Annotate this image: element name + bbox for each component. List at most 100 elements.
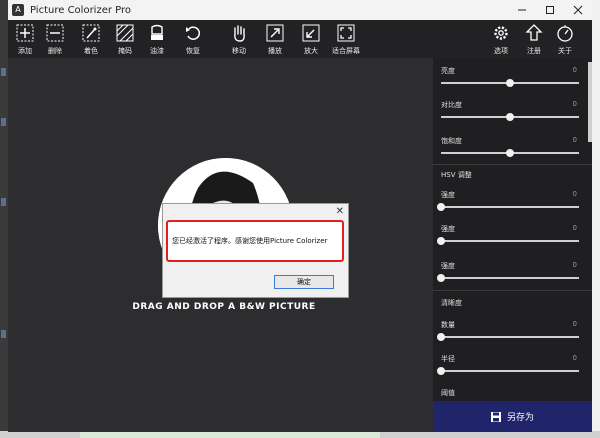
zoom-out-label: 放大	[304, 47, 318, 55]
slider-label: 强度	[441, 191, 455, 199]
slider-label: 亮度	[441, 67, 455, 75]
slider-label: 强度	[441, 262, 455, 270]
toolbar: 添加 删除 着色 掩码 油漆 恢复 移动 播放 放大 适合屏幕 选项 注册 关于	[8, 20, 592, 58]
colorize-label: 着色	[84, 47, 98, 55]
mask-button[interactable]: 掩码	[108, 23, 142, 57]
slider-thumb[interactable]	[437, 367, 445, 375]
add-button[interactable]: 添加	[8, 23, 42, 57]
slider-track[interactable]	[441, 113, 579, 121]
slider-label: 数量	[441, 321, 455, 329]
mask-hatch-icon	[115, 23, 135, 43]
zoom-in-label: 播放	[268, 47, 282, 55]
panel-scrollbar[interactable]	[588, 62, 592, 142]
slider-value: 0	[572, 261, 577, 269]
undo-icon	[183, 23, 203, 43]
slider-track[interactable]	[437, 274, 579, 282]
minus-box-icon	[45, 23, 65, 43]
slider-label: 强度	[441, 225, 455, 233]
register-button[interactable]: 注册	[517, 23, 551, 57]
desktop-icon-fragment	[1, 68, 6, 76]
slider-label: 饱和度	[441, 137, 462, 145]
floppy-disk-icon	[490, 411, 501, 422]
slider-track[interactable]	[441, 149, 579, 157]
desktop-right-edge	[592, 0, 600, 438]
paint-button[interactable]: 油漆	[140, 23, 174, 57]
maximize-button[interactable]	[536, 0, 564, 20]
zoom-out-icon	[301, 23, 321, 43]
slider-value: 0	[572, 354, 577, 362]
move-label: 移动	[232, 47, 246, 55]
close-window-button[interactable]	[564, 0, 592, 20]
section-divider	[433, 164, 592, 165]
slider-value: 0	[572, 320, 577, 328]
slider-thumb[interactable]	[437, 333, 445, 341]
app-window: A Picture Colorizer Pro 添加 删除 着色 掩码 油漆 恢…	[8, 0, 592, 432]
section-divider	[433, 290, 592, 291]
fit-screen-button[interactable]: 适合屏幕	[329, 23, 363, 57]
slider-track[interactable]	[441, 79, 579, 87]
slider-thumb[interactable]	[506, 79, 514, 87]
add-label: 添加	[18, 47, 32, 55]
paint-bucket-icon	[147, 23, 167, 43]
slider-track[interactable]	[437, 237, 579, 245]
colorize-button[interactable]: 着色	[74, 23, 108, 57]
options-button[interactable]: 选项	[484, 23, 518, 57]
app-icon: A	[12, 4, 24, 16]
about-label: 关于	[558, 47, 572, 55]
activation-dialog: ✕ 您已经激活了程序。感谢您使用Picture Colorizer 确定	[162, 203, 349, 298]
fit-screen-label: 适合屏幕	[332, 47, 360, 55]
slider-label: 阈值	[441, 389, 455, 397]
dialog-close-button[interactable]: ✕	[336, 206, 344, 217]
slider-label: 半径	[441, 355, 455, 363]
about-button[interactable]: 关于	[548, 23, 582, 57]
dialog-ok-button[interactable]: 确定	[274, 275, 334, 289]
zoom-out-button[interactable]: 放大	[294, 23, 328, 57]
slider-thumb[interactable]	[437, 274, 445, 282]
delete-label: 删除	[48, 47, 62, 55]
maximize-icon	[546, 6, 554, 14]
zoom-in-button[interactable]: 播放	[258, 23, 292, 57]
slider-track[interactable]	[437, 203, 579, 211]
slider-thumb[interactable]	[506, 113, 514, 121]
minimize-button[interactable]	[508, 0, 536, 20]
save-as-button[interactable]: 另存为	[433, 401, 592, 432]
drop-hint-text: DRAG AND DROP A B&W PICTURE	[132, 302, 316, 312]
taskbar-edge	[0, 431, 600, 438]
desktop-strip	[0, 0, 8, 438]
fit-screen-icon	[336, 23, 356, 43]
dialog-message-box: 您已经激活了程序。感谢您使用Picture Colorizer	[166, 220, 344, 262]
slider-label: 对比度	[441, 101, 462, 109]
plus-box-icon	[15, 23, 35, 43]
save-as-label: 另存为	[506, 413, 534, 423]
slider-thumb[interactable]	[506, 149, 514, 157]
window-title: Picture Colorizer Pro	[30, 4, 132, 16]
dialog-message: 您已经激活了程序。感谢您使用Picture Colorizer	[172, 237, 328, 245]
slider-value: 0	[572, 190, 577, 198]
register-arrow-icon	[524, 23, 544, 43]
undo-label: 恢复	[186, 47, 200, 55]
gear-icon	[491, 23, 511, 43]
colorize-wand-icon	[81, 23, 101, 43]
adjustment-panel: 亮度 0 对比度 0 饱和度 0 HSV 调整 强度 0 强度 0 强度 0 清…	[433, 58, 592, 432]
desktop-icon-fragment	[1, 198, 6, 206]
hand-icon	[229, 23, 249, 43]
slider-thumb[interactable]	[437, 203, 445, 211]
desktop-icon-fragment	[1, 330, 6, 338]
delete-button[interactable]: 删除	[38, 23, 72, 57]
paint-label: 油漆	[150, 47, 164, 55]
slider-track[interactable]	[437, 367, 579, 375]
sharpness-section-title: 清晰度	[441, 299, 462, 307]
slider-value: 0	[572, 224, 577, 232]
hsv-section-title: HSV 调整	[441, 171, 472, 179]
options-label: 选项	[494, 47, 508, 55]
move-button[interactable]: 移动	[222, 23, 256, 57]
slider-value: 0	[572, 136, 577, 144]
slider-value: 0	[572, 66, 577, 74]
slider-thumb[interactable]	[437, 237, 445, 245]
undo-button[interactable]: 恢复	[176, 23, 210, 57]
slider-track[interactable]	[437, 333, 579, 341]
desktop-icon-fragment	[1, 118, 6, 126]
image-canvas[interactable]: DRAG AND DROP A B&W PICTURE ✕ 您已经激活了程序。感…	[8, 58, 433, 432]
zoom-in-icon	[265, 23, 285, 43]
close-icon	[573, 5, 583, 15]
